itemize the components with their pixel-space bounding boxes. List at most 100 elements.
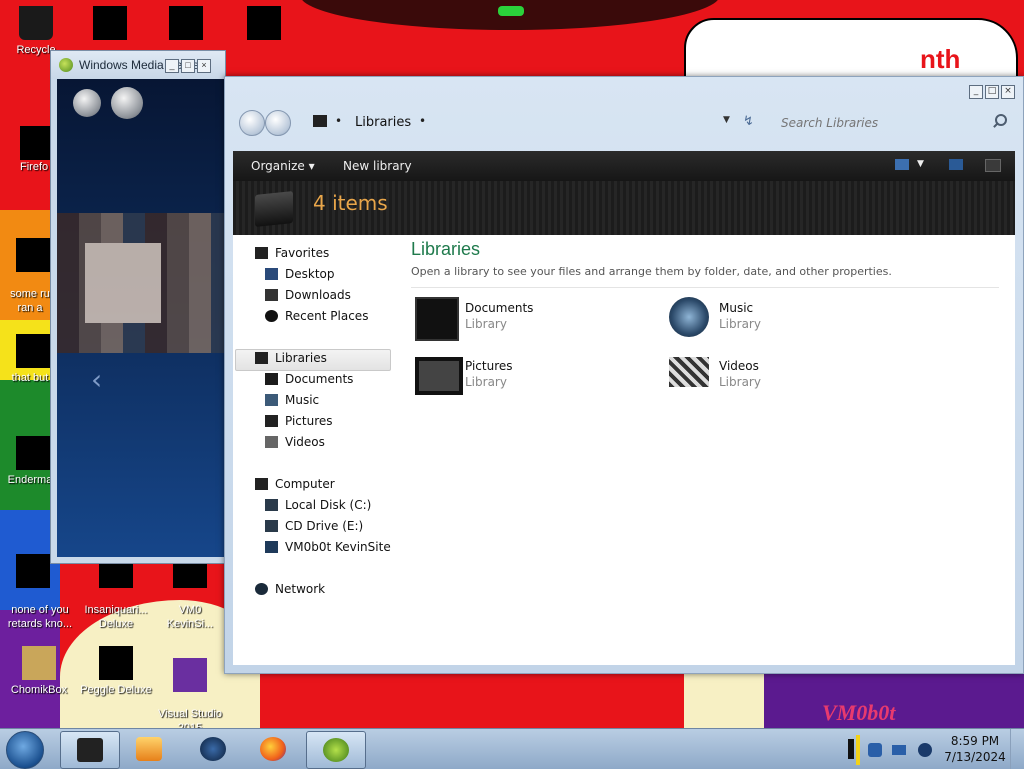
firefox-icon — [20, 126, 54, 160]
minimize-button[interactable]: _ — [165, 59, 179, 73]
breadcrumb-separator-icon[interactable]: • — [419, 114, 426, 128]
desktop-icon-top-4[interactable] — [228, 6, 300, 43]
windows-logo-icon[interactable] — [111, 87, 143, 119]
redacted-icon — [93, 6, 127, 40]
close-button[interactable]: × — [197, 59, 211, 73]
libraries-large-icon — [255, 191, 293, 227]
redacted-icon — [169, 6, 203, 40]
desktop-icon-top-2[interactable] — [74, 6, 146, 43]
maximize-button[interactable]: □ — [181, 59, 195, 73]
wallpaper-text-bottom: VM0b0t — [822, 700, 896, 725]
clock-time: 8:59 PM — [950, 734, 1000, 748]
organize-button[interactable]: Organize ▾ — [251, 159, 315, 173]
taskbar-explorer[interactable] — [60, 731, 120, 769]
wallpaper-text-top: nth — [920, 44, 961, 74]
library-item-documents[interactable]: Documents Library — [411, 295, 651, 345]
maximize-button[interactable]: □ — [985, 85, 999, 99]
search-input[interactable] — [775, 111, 1019, 135]
library-item-music[interactable]: Music Library — [665, 295, 905, 345]
breadcrumb-libraries[interactable]: Libraries — [355, 115, 411, 130]
page-subtitle: Open a library to see your files and arr… — [411, 265, 892, 278]
music-library-icon — [669, 297, 709, 337]
scroll-left-icon[interactable]: ‹ — [91, 363, 102, 396]
nav-label: Desktop — [285, 267, 335, 281]
network-drive-icon — [265, 541, 278, 553]
new-library-button[interactable]: New library — [343, 159, 412, 173]
desktop-icon-peggle[interactable]: Peggle Deluxe — [80, 646, 152, 697]
libraries-breadcrumb-icon — [313, 115, 327, 127]
cd-drive-icon — [265, 520, 278, 532]
recycle-bin-icon — [19, 6, 53, 40]
back-button[interactable] — [239, 110, 265, 136]
nav-label: Recent Places — [285, 309, 369, 323]
tray-expand-icon[interactable] — [848, 739, 854, 759]
help-icon[interactable] — [985, 159, 1001, 172]
media-center-titlebar[interactable]: Windows Media Center _ □ × — [51, 51, 225, 79]
library-name: Documents — [465, 301, 534, 315]
taskbar-windows-media-center[interactable] — [306, 731, 366, 769]
downloads-icon — [265, 289, 278, 301]
nav-label: Libraries — [275, 351, 327, 365]
divider — [411, 287, 999, 288]
library-type: Library — [465, 317, 507, 331]
hard-drive-icon — [265, 499, 278, 511]
start-button[interactable] — [6, 731, 44, 769]
documents-icon — [265, 373, 278, 385]
redacted-icon — [16, 334, 50, 368]
media-center-app-icon — [59, 58, 73, 72]
computer-icon — [255, 478, 268, 490]
explorer-window[interactable]: _ □ × • Libraries • ▼ ↯ Organize ▾ New l… — [224, 76, 1024, 674]
visual-studio-icon — [173, 658, 207, 692]
library-item-videos[interactable]: Videos Library — [665, 353, 905, 403]
nav-label: VM0b0t KevinSite — [285, 540, 391, 554]
recent-places-icon — [265, 310, 278, 322]
media-player-icon — [136, 737, 162, 761]
library-item-pictures[interactable]: Pictures Library — [411, 353, 651, 403]
nav-label: Music — [285, 393, 320, 407]
show-desktop-button[interactable] — [1010, 729, 1024, 769]
close-button[interactable]: × — [1001, 85, 1015, 99]
media-center-window[interactable]: Windows Media Center _ □ × ‹ — [50, 50, 226, 564]
address-dropdown-icon[interactable]: ▼ — [723, 115, 730, 125]
breadcrumb-separator-icon[interactable]: • — [335, 114, 342, 128]
refresh-icon[interactable]: ↯ — [743, 114, 754, 129]
taskbar-media-player[interactable] — [120, 731, 178, 767]
minimize-button[interactable]: _ — [969, 85, 983, 99]
network-tray-icon[interactable] — [868, 743, 882, 757]
libraries-icon — [255, 352, 268, 364]
explorer-pane: Favorites Desktop Downloads Recent Place… — [233, 235, 1015, 665]
clock[interactable]: 8:59 PM 7/13/2024 — [944, 733, 1006, 765]
album-cover[interactable] — [85, 243, 161, 323]
nav-label: Downloads — [285, 288, 351, 302]
desktop-icon-chomikbox[interactable]: ChomikBox — [0, 646, 78, 697]
forward-button[interactable] — [265, 110, 291, 136]
view-options-icon[interactable] — [895, 159, 909, 170]
preview-pane-icon[interactable] — [949, 159, 963, 170]
nav-label: Computer — [275, 477, 335, 491]
content-area: Libraries Open a library to see your fil… — [411, 235, 1011, 665]
command-toolbar: Organize ▾ New library ▼ — [233, 151, 1015, 181]
redacted-icon — [16, 554, 50, 588]
desktop-icon — [265, 268, 278, 280]
desktop-icon-label: Insaniquari... Deluxe — [84, 604, 148, 630]
desktop-icon-visual-studio[interactable]: Visual Studio 2015 — [154, 646, 226, 728]
album-art-strip[interactable] — [57, 213, 225, 353]
volume-icon[interactable] — [918, 743, 932, 757]
system-tray — [848, 731, 944, 767]
item-count: 4 items — [313, 191, 388, 215]
taskbar-firefox[interactable] — [244, 731, 302, 767]
music-icon — [265, 394, 278, 406]
view-dropdown-icon[interactable]: ▼ — [917, 159, 924, 169]
desktop-icon-top-3[interactable] — [150, 6, 222, 43]
back-arrow-icon[interactable] — [73, 89, 101, 117]
nav-label: Favorites — [275, 246, 330, 260]
organize-label: Organize — [251, 159, 305, 173]
clock-date: 7/13/2024 — [944, 750, 1006, 764]
desktop-icon-label: ChomikBox — [10, 684, 68, 696]
desktop-icon-label: VM0 KevinSi... — [166, 604, 214, 630]
firefox-taskbar-icon — [260, 737, 286, 761]
action-center-icon[interactable] — [892, 745, 906, 755]
library-name: Music — [719, 301, 754, 315]
search-icon[interactable] — [995, 114, 1007, 126]
taskbar-media-center[interactable] — [184, 731, 242, 767]
